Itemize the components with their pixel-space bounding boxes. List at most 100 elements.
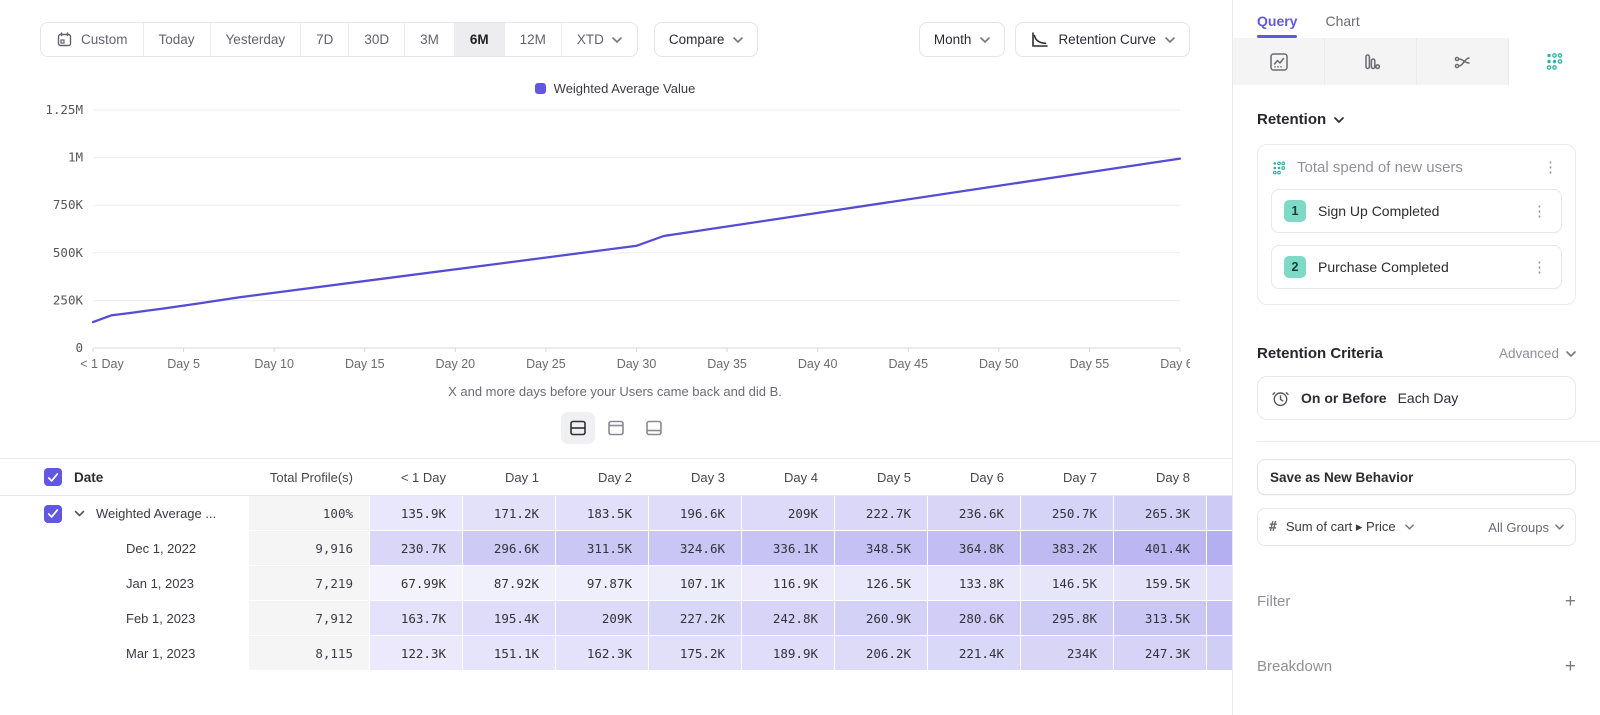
heatmap-cell: 250.7K: [1020, 496, 1113, 531]
heatmap-cell: 195.4K: [462, 601, 555, 636]
chevron-down-icon: [1405, 524, 1414, 530]
retention-curve-icon: [1030, 31, 1049, 49]
measure-card[interactable]: # Sum of cart ▸ Price All Groups: [1257, 508, 1576, 546]
date-range-today[interactable]: Today: [144, 23, 211, 56]
date-range-label: 6M: [470, 32, 489, 47]
behavior-card-header: Total spend of new users ⋮: [1271, 158, 1562, 177]
table-bottom-view-toggle[interactable]: [637, 412, 671, 444]
retention-section-dropdown[interactable]: Retention: [1257, 111, 1576, 128]
row-expand-chevron[interactable]: [74, 496, 96, 531]
chart-top-view-toggle[interactable]: [599, 412, 633, 444]
row-date-label: Jan 1, 2023: [74, 566, 249, 601]
chevron-down-icon: [733, 37, 743, 43]
legend-label: Weighted Average Value: [554, 81, 696, 96]
svg-text:Day 50: Day 50: [979, 357, 1019, 371]
heatmap-cell: 348.5K: [834, 531, 927, 566]
retention-curve-chart: 0250K500K750K1M1.25M< 1 DayDay 5Day 10Da…: [40, 100, 1190, 382]
alarm-clock-icon: [1271, 389, 1290, 408]
report-type-tabs: [1233, 38, 1600, 85]
add-filter-button[interactable]: +: [1565, 592, 1576, 611]
advanced-dropdown[interactable]: Advanced: [1499, 346, 1576, 361]
heatmap-cell: 209K: [555, 601, 648, 636]
chart-caption: X and more days before your Users came b…: [40, 384, 1190, 399]
date-range-3m[interactable]: 3M: [405, 23, 455, 56]
heatmap-overflow-cell: [1206, 531, 1232, 566]
date-range-label: Today: [159, 32, 195, 47]
heatmap-cell: 171.2K: [462, 496, 555, 531]
date-range-30d[interactable]: 30D: [349, 23, 405, 56]
row-date-label: Weighted Average ...: [96, 496, 249, 531]
date-range-label: 3M: [420, 32, 439, 47]
flows-icon[interactable]: [1417, 38, 1509, 85]
add-breakdown-button[interactable]: +: [1565, 657, 1576, 676]
date-range-7d[interactable]: 7D: [301, 23, 349, 56]
date-range-6m[interactable]: 6M: [455, 23, 505, 56]
svg-text:Day 30: Day 30: [617, 357, 657, 371]
heatmap-overflow-cell: [1206, 601, 1232, 636]
table-row: Mar 1, 20238,115122.3K151.1K162.3K175.2K…: [0, 636, 1232, 671]
step-event-name: Sign Up Completed: [1318, 203, 1516, 219]
date-range-label: Custom: [81, 32, 128, 47]
criteria-condition-card[interactable]: On or Before Each Day: [1257, 376, 1576, 420]
table-row: Jan 1, 20237,21967.99K87.92K97.87K107.1K…: [0, 566, 1232, 601]
insights-icon[interactable]: [1233, 38, 1325, 85]
heatmap-cell: 383.2K: [1020, 531, 1113, 566]
svg-text:Day 10: Day 10: [254, 357, 294, 371]
retention-icon[interactable]: [1509, 38, 1600, 85]
row-date-label: Dec 1, 2022: [74, 531, 249, 566]
heatmap-cell: 227.2K: [648, 601, 741, 636]
heatmap-cell: 175.2K: [648, 636, 741, 671]
chart-type-button[interactable]: Retention Curve: [1015, 22, 1190, 57]
tab-chart[interactable]: Chart: [1325, 13, 1359, 38]
date-range-12m[interactable]: 12M: [505, 23, 562, 56]
kebab-menu-icon[interactable]: ⋮: [1528, 258, 1551, 277]
chart-legend[interactable]: Weighted Average Value: [40, 81, 1190, 96]
kebab-menu-icon[interactable]: ⋮: [1539, 158, 1562, 177]
main-report-area: Custom Today Yesterday7D30D 3M 6M 12MXTD Comp…: [0, 0, 1232, 715]
date-range-yesterday[interactable]: Yesterday: [211, 23, 302, 56]
date-range-custom[interactable]: Custom: [41, 23, 144, 56]
heatmap-cell: 206.2K: [834, 636, 927, 671]
row-checkbox[interactable]: [44, 468, 62, 486]
heatmap-cell: 260.9K: [834, 601, 927, 636]
date-range-xtd[interactable]: XTD: [562, 23, 637, 56]
criteria-condition: On or Before: [1301, 390, 1387, 406]
retention-icon: [1271, 160, 1287, 176]
svg-text:Day 45: Day 45: [888, 357, 928, 371]
all-groups-label: All Groups: [1488, 520, 1549, 535]
chevron-down-icon: [1165, 37, 1175, 43]
heatmap-cell: 126.5K: [834, 566, 927, 601]
behavior-step-2[interactable]: 2 Purchase Completed ⋮: [1271, 245, 1562, 289]
kebab-menu-icon[interactable]: ⋮: [1528, 202, 1551, 221]
compare-button[interactable]: Compare: [654, 22, 759, 57]
svg-text:Day 55: Day 55: [1070, 357, 1110, 371]
spacer: [0, 636, 44, 671]
granularity-button[interactable]: Month: [919, 22, 1006, 57]
retention-criteria-header: Retention Criteria Advanced: [1257, 345, 1576, 362]
save-as-new-behavior-button[interactable]: Save as New Behavior: [1257, 459, 1576, 495]
column-header-day: Day 8: [1113, 470, 1206, 485]
funnels-icon[interactable]: [1325, 38, 1417, 85]
heatmap-cell: 234K: [1020, 636, 1113, 671]
sidebar-tabs: Query Chart: [1233, 0, 1600, 38]
split-view-toggle[interactable]: [561, 412, 595, 444]
divider: [1257, 441, 1600, 442]
date-range-segment: Custom Today Yesterday7D30D 3M 6M 12MXTD: [40, 22, 638, 57]
filter-label: Filter: [1257, 593, 1290, 610]
heatmap-cell: 97.87K: [555, 566, 648, 601]
chart-canvas[interactable]: 0250K500K750K1M1.25M< 1 DayDay 5Day 10Da…: [40, 100, 1190, 382]
column-header-day: Day 1: [462, 470, 555, 485]
table-row: Feb 1, 20237,912163.7K195.4K209K227.2K24…: [0, 601, 1232, 636]
behavior-step-1[interactable]: 1 Sign Up Completed ⋮: [1271, 189, 1562, 233]
heatmap-cell: 133.8K: [927, 566, 1020, 601]
breakdown-row: Breakdown +: [1257, 657, 1576, 676]
row-checkbox[interactable]: [44, 505, 62, 523]
all-groups-dropdown[interactable]: All Groups: [1488, 520, 1564, 535]
heatmap-cell: 236.6K: [927, 496, 1020, 531]
heatmap-cell: 295.8K: [1020, 601, 1113, 636]
report-toolbar: Custom Today Yesterday7D30D 3M 6M 12MXTD Comp…: [40, 22, 1190, 57]
tab-query[interactable]: Query: [1257, 13, 1297, 38]
svg-text:< 1 Day: < 1 Day: [80, 357, 124, 371]
svg-text:500K: 500K: [53, 245, 84, 260]
behavior-card: Total spend of new users ⋮ 1 Sign Up Com…: [1257, 144, 1576, 305]
